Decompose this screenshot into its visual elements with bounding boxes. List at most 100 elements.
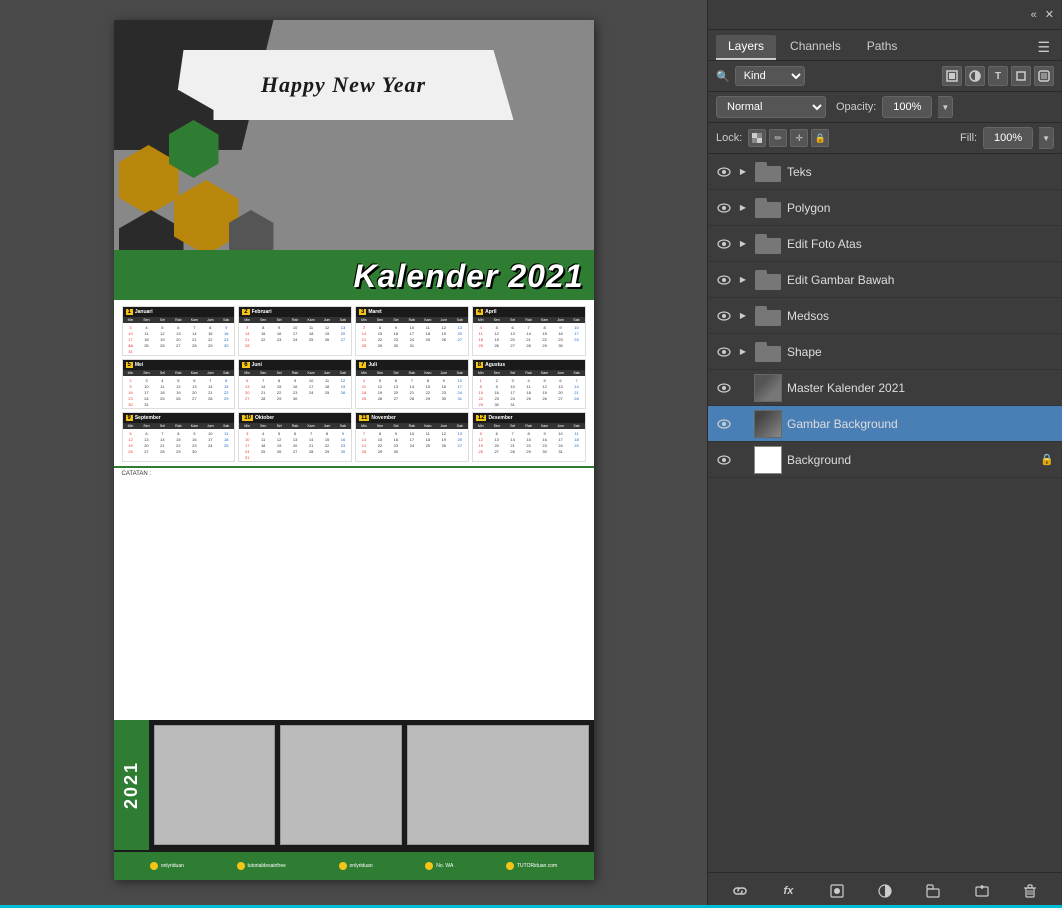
month-november: 11 November MinSenSelRabKamJumSab 789101… — [355, 412, 469, 462]
opacity-input[interactable] — [882, 96, 932, 118]
adjustment-filter-button[interactable] — [965, 66, 985, 86]
blend-mode-select[interactable]: Normal Multiply Screen Overlay — [716, 96, 826, 118]
filter-kind-select[interactable]: Kind — [735, 66, 805, 86]
thumb-teks — [754, 158, 782, 186]
lock-all-button[interactable]: 🔒 — [811, 129, 829, 147]
month-april: 4 April MinSenSelRabKamJumSab 45678910 1… — [472, 306, 586, 356]
eye-icon — [717, 239, 731, 249]
notes-label: CATATAN : — [122, 471, 152, 477]
fill-input[interactable] — [983, 127, 1033, 149]
thumb-edit-foto-atas — [754, 230, 782, 258]
opacity-dropdown-arrow[interactable]: ▼ — [938, 96, 953, 118]
panel-tabs: Layers Channels Paths ☰ — [708, 30, 1062, 61]
layer-name-edit-gambar-bawah: Edit Gambar Bawah — [787, 273, 1054, 287]
visibility-shape[interactable] — [716, 344, 732, 360]
layer-item-gambar-background[interactable]: ▶ Gambar Background — [708, 406, 1062, 442]
panel-menu-button[interactable]: ☰ — [1033, 35, 1054, 60]
eye-icon — [717, 203, 731, 213]
layer-item-medsos[interactable]: ▶ Medsos — [708, 298, 1062, 334]
expand-edit-foto-atas[interactable]: ▶ — [737, 238, 749, 250]
add-mask-button[interactable] — [826, 880, 848, 902]
type-filter-button[interactable]: T — [988, 66, 1008, 86]
link-effects-button[interactable] — [729, 880, 751, 902]
eye-icon — [717, 311, 731, 321]
lock-row: Lock: ✏ ✛ 🔒 Fill: ▼ — [708, 123, 1062, 154]
expand-shape[interactable]: ▶ — [737, 346, 749, 358]
link-icon — [733, 884, 747, 898]
tab-channels[interactable]: Channels — [778, 35, 853, 60]
pixel-filter-button[interactable] — [942, 66, 962, 86]
new-group-button[interactable] — [922, 880, 944, 902]
new-adjustment-button[interactable] — [874, 880, 896, 902]
fill-label: Fill: — [960, 132, 977, 144]
panel-footer: fx — [708, 872, 1062, 908]
layers-panel: « ✕ Layers Channels Paths ☰ 🔍 Kind — [707, 0, 1062, 908]
month-juli: 7 Juli MinSenSelRabKamJumSab 45678910 11… — [355, 359, 469, 409]
photo-row — [154, 725, 589, 845]
visibility-gambar-background[interactable] — [716, 416, 732, 432]
thumb-polygon — [754, 194, 782, 222]
panel-header: « ✕ — [708, 0, 1062, 30]
month-agustus: 8 Agustus MinSenSelRabKamJumSab 1234567 … — [472, 359, 586, 409]
collapse-panel-button[interactable]: « — [1031, 9, 1037, 21]
tab-paths[interactable]: Paths — [855, 35, 910, 60]
visibility-edit-gambar-bawah[interactable] — [716, 272, 732, 288]
layer-item-edit-gambar-bawah[interactable]: ▶ Edit Gambar Bawah — [708, 262, 1062, 298]
footer-twitter-text: onlyriduan — [350, 863, 373, 869]
blend-mode-row: Normal Multiply Screen Overlay Opacity: … — [708, 92, 1062, 123]
visibility-background[interactable] — [716, 452, 732, 468]
layer-name-medsos: Medsos — [787, 309, 1054, 323]
layer-name-shape: Shape — [787, 345, 1054, 359]
expand-polygon[interactable]: ▶ — [737, 202, 749, 214]
search-icon: 🔍 — [716, 70, 730, 83]
eye-icon — [717, 419, 731, 429]
smart-filter-button[interactable] — [1034, 66, 1054, 86]
smart-object-icon — [1038, 70, 1050, 82]
visibility-teks[interactable] — [716, 164, 732, 180]
canvas-area: Happy New Year Kalender 2021 — [0, 0, 707, 908]
expand-medsos[interactable]: ▶ — [737, 310, 749, 322]
type-icon: T — [995, 71, 1001, 82]
eye-icon — [717, 167, 731, 177]
green-stripe: Kalender 2021 — [114, 250, 594, 300]
eye-icon — [717, 347, 731, 357]
layer-item-teks[interactable]: ▶ Teks — [708, 154, 1062, 190]
layer-item-background[interactable]: ▶ Background 🔒 — [708, 442, 1062, 478]
month-desember: 12 Desember MinSenSelRabKamJumSab 567891… — [472, 412, 586, 462]
close-panel-button[interactable]: ✕ — [1045, 8, 1054, 21]
delete-layer-button[interactable] — [1019, 880, 1041, 902]
layer-item-master-kalender[interactable]: ▶ Master Kalender 2021 — [708, 370, 1062, 406]
fill-dropdown-arrow[interactable]: ▼ — [1039, 127, 1054, 149]
lock-icons: ✏ ✛ 🔒 — [748, 129, 829, 147]
tab-layers[interactable]: Layers — [716, 35, 776, 60]
layer-name-teks: Teks — [787, 165, 1054, 179]
expand-teks[interactable]: ▶ — [737, 166, 749, 178]
photo-thumb-1 — [154, 725, 276, 845]
year-label: 2021 — [114, 720, 149, 850]
visibility-polygon[interactable] — [716, 200, 732, 216]
new-layer-icon — [975, 884, 989, 898]
panel-header-icons: « ✕ — [1031, 8, 1054, 21]
lock-paint-button[interactable]: ✏ — [769, 129, 787, 147]
visibility-master-kalender[interactable] — [716, 380, 732, 396]
month-januarai: 1 Januari MinSenSelRabKamJumSab 3456789 … — [122, 306, 236, 356]
fx-button[interactable]: fx — [777, 880, 799, 902]
layer-item-shape[interactable]: ▶ Shape — [708, 334, 1062, 370]
layer-item-edit-foto-atas[interactable]: ▶ Edit Foto Atas — [708, 226, 1062, 262]
lock-transparent-button[interactable] — [748, 129, 766, 147]
expand-edit-gambar-bawah[interactable]: ▶ — [737, 274, 749, 286]
mask-icon — [830, 884, 844, 898]
thumb-medsos — [754, 302, 782, 330]
layer-name-master-kalender: Master Kalender 2021 — [787, 381, 1054, 395]
shape-filter-button[interactable] — [1011, 66, 1031, 86]
layer-item-polygon[interactable]: ▶ Polygon — [708, 190, 1062, 226]
calendar-grid: 1 Januari MinSenSelRabKamJumSab 3456789 … — [122, 306, 586, 462]
visibility-edit-foto-atas[interactable] — [716, 236, 732, 252]
visibility-medsos[interactable] — [716, 308, 732, 324]
lock-position-button[interactable]: ✛ — [790, 129, 808, 147]
footer-whatsapp: No. WA — [425, 862, 453, 870]
shape-icon — [1015, 70, 1027, 82]
eye-icon — [717, 383, 731, 393]
new-layer-button[interactable] — [971, 880, 993, 902]
thumb-shape — [754, 338, 782, 366]
